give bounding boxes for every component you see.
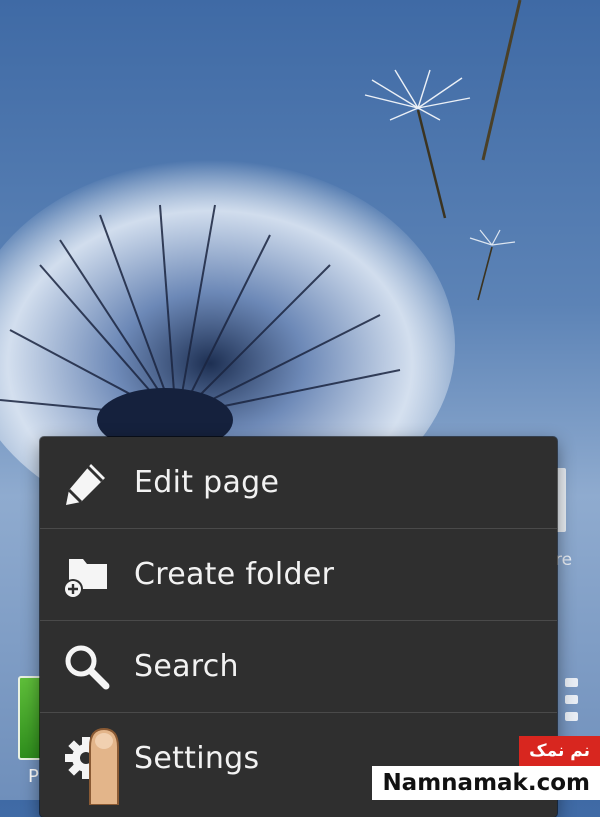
menu-item-label: Edit page [134, 465, 280, 500]
page-dot [565, 678, 578, 687]
pencil-icon [58, 455, 114, 511]
watermark-en: Namnamak.com [372, 766, 600, 800]
menu-item-edit-page[interactable]: Edit page [40, 437, 557, 528]
page-dot [565, 695, 578, 704]
page-indicator [565, 678, 578, 729]
menu-item-label: Create folder [134, 556, 335, 592]
folder-add-icon [58, 546, 114, 602]
finger-pointer-icon [78, 725, 128, 809]
page-dot [565, 712, 578, 721]
menu-item-label: Settings [134, 740, 260, 776]
watermark-fa: نم نمک [519, 736, 600, 766]
menu-item-create-folder[interactable]: Create folder [40, 528, 557, 619]
background-label: re [555, 550, 573, 570]
menu-item-label: Search [134, 648, 239, 684]
menu-item-search[interactable]: Search [40, 620, 557, 711]
widget-label: P [28, 766, 39, 787]
search-icon [58, 638, 114, 694]
